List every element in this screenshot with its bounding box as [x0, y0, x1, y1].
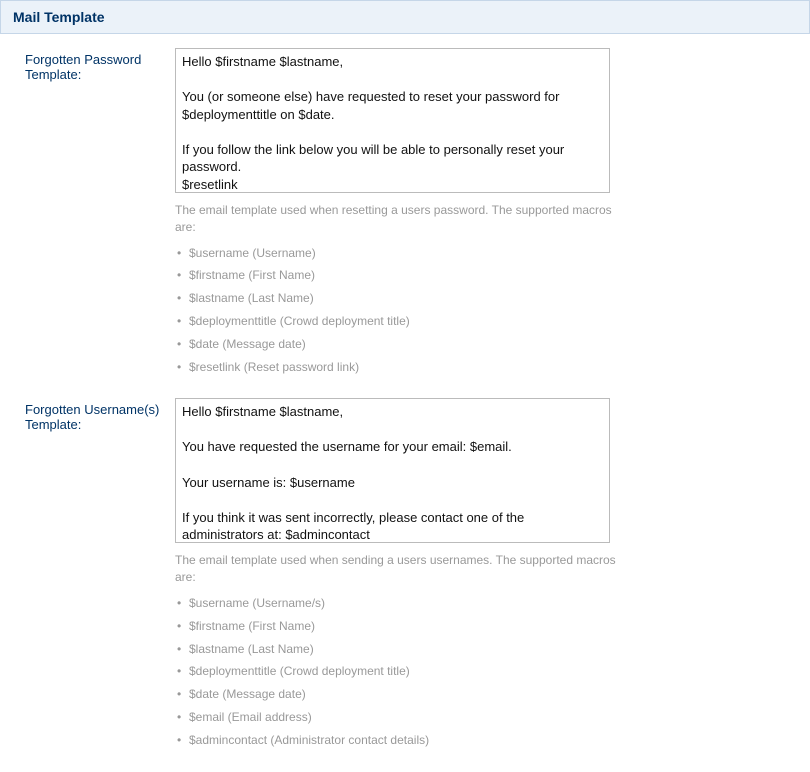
- macro-item: $lastname (Last Name): [175, 638, 630, 661]
- forgot-password-help: The email template used when resetting a…: [175, 202, 630, 236]
- macro-item: $deploymenttitle (Crowd deployment title…: [175, 310, 630, 333]
- macro-item: $firstname (First Name): [175, 264, 630, 287]
- forgot-password-textarea[interactable]: Hello $firstname $lastname, You (or some…: [175, 48, 610, 193]
- forgot-password-field: Hello $firstname $lastname, You (or some…: [175, 48, 810, 378]
- forgot-username-textarea[interactable]: Hello $firstname $lastname, You have req…: [175, 398, 610, 543]
- section-header: Mail Template: [0, 0, 810, 34]
- forgot-password-row: Forgotten Password Template: Hello $firs…: [0, 48, 810, 398]
- macro-item: $date (Message date): [175, 333, 630, 356]
- macro-item: $date (Message date): [175, 683, 630, 706]
- forgot-username-field: Hello $firstname $lastname, You have req…: [175, 398, 810, 751]
- macro-item: $admincontact (Administrator contact det…: [175, 729, 630, 752]
- forgot-username-help: The email template used when sending a u…: [175, 552, 630, 586]
- macro-item: $email (Email address): [175, 706, 630, 729]
- forgot-username-label: Forgotten Username(s) Template:: [0, 398, 175, 432]
- macro-item: $lastname (Last Name): [175, 287, 630, 310]
- forgot-password-label: Forgotten Password Template:: [0, 48, 175, 82]
- forgot-username-row: Forgotten Username(s) Template: Hello $f…: [0, 398, 810, 771]
- forgot-password-macro-list: $username (Username) $firstname (First N…: [175, 242, 630, 379]
- macro-item: $username (Username/s): [175, 592, 630, 615]
- forgot-username-macro-list: $username (Username/s) $firstname (First…: [175, 592, 630, 752]
- macro-item: $username (Username): [175, 242, 630, 265]
- macro-item: $firstname (First Name): [175, 615, 630, 638]
- macro-item: $resetlink (Reset password link): [175, 356, 630, 379]
- macro-item: $deploymenttitle (Crowd deployment title…: [175, 660, 630, 683]
- section-title: Mail Template: [13, 9, 797, 25]
